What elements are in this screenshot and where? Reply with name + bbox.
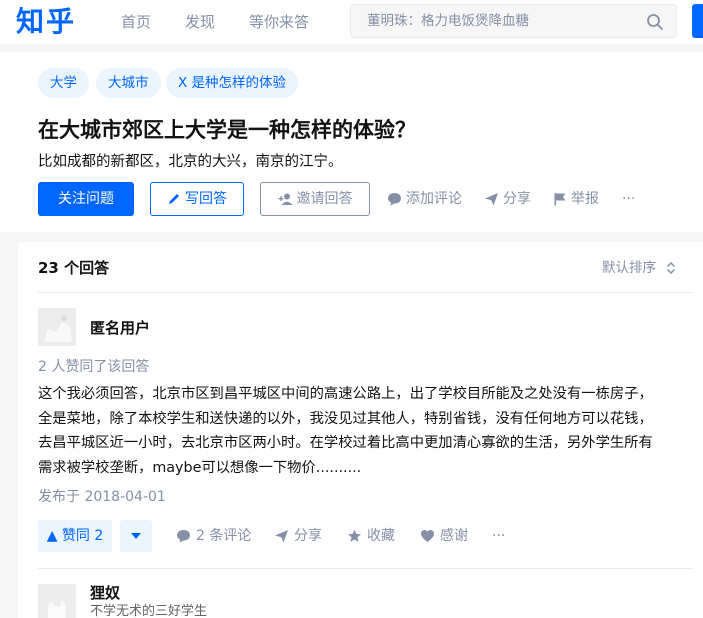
vote-count-text: 2 人赞同了该回答 xyxy=(38,359,150,375)
answer-line: 去昌平城区近一小时，去北京市区两小时。在学校过着比高中更加清心寡欲的生活，另外学… xyxy=(38,435,653,451)
topic-tag[interactable]: 大城市 xyxy=(96,68,161,98)
avatar[interactable] xyxy=(38,308,76,346)
author-headline: 不学无术的三好学生 xyxy=(90,604,208,618)
report-button[interactable]: 举报 xyxy=(553,190,599,208)
answers-list: 23 个回答 默认排序 匿名用户 2 人赞同了该回答 这个我必须回答，北京市区到… xyxy=(18,242,703,618)
search-icon[interactable] xyxy=(646,13,664,31)
downvote-button[interactable] xyxy=(120,520,152,552)
add-comment-label: 添加评论 xyxy=(406,191,462,207)
divider xyxy=(38,292,693,293)
comment-icon xyxy=(388,193,401,206)
comments-label: 2 条评论 xyxy=(196,528,252,544)
answer-line: 全是菜地，除了本校学生和送快递的以外，我没见过其他人，特别省钱，没有任何地方可以… xyxy=(38,410,653,427)
nav-waiting-answers[interactable]: 等你来答 xyxy=(249,12,309,32)
share-label: 分享 xyxy=(294,528,322,544)
comments-button[interactable]: 2 条评论 xyxy=(176,527,251,545)
topic-tag[interactable]: X 是种怎样的体验 xyxy=(166,68,299,98)
sort-dropdown[interactable]: 默认排序 xyxy=(602,258,676,278)
star-icon xyxy=(348,529,361,542)
comment-icon xyxy=(177,530,190,543)
divider xyxy=(38,568,693,569)
search-placeholder: 董明珠：格力电饭煲降血糖 xyxy=(367,13,529,29)
heart-icon xyxy=(421,530,434,542)
anonymous-avatar-icon xyxy=(38,308,76,346)
report-label: 举报 xyxy=(571,191,599,207)
invite-answer-button[interactable]: 邀请回答 xyxy=(260,182,370,216)
question-header: 大学 大城市 X 是种怎样的体验 在大城市郊区上大学是一种怎样的体验？ 比如成都… xyxy=(0,52,703,232)
collect-button[interactable]: 收藏 xyxy=(347,527,395,545)
nav-discover[interactable]: 发现 xyxy=(185,12,215,32)
more-options-button[interactable]: ··· xyxy=(622,190,635,208)
answer-line: 这个我必须回答，北京市区到昌平城区中间的高速公路上，出了学校目所能及之处没有一栋… xyxy=(38,386,653,402)
follow-question-button[interactable]: 关注问题 xyxy=(38,182,134,216)
nav-home[interactable]: 首页 xyxy=(121,12,151,32)
thanks-button[interactable]: 感谢 xyxy=(420,527,468,545)
share-icon xyxy=(275,530,288,543)
topic-tag[interactable]: 大学 xyxy=(38,68,89,98)
add-user-icon xyxy=(278,193,292,205)
cat-avatar-icon xyxy=(38,584,76,618)
share-button[interactable]: 分享 xyxy=(484,190,531,208)
sort-label: 默认排序 xyxy=(602,260,656,276)
share-label: 分享 xyxy=(503,191,531,207)
collect-label: 收藏 xyxy=(367,528,395,544)
upvote-button[interactable]: ▲ 赞同 2 xyxy=(38,520,112,552)
sort-updown-icon xyxy=(667,261,676,275)
search-input[interactable]: 董明珠：格力电饭煲降血糖 xyxy=(350,4,677,38)
pencil-icon xyxy=(169,194,179,204)
publish-date[interactable]: 发布于 2018-04-01 xyxy=(38,488,166,506)
write-answer-button[interactable]: 写回答 xyxy=(150,182,244,216)
answer-content: 这个我必须回答，北京市区到昌平城区中间的高速公路上，出了学校目所能及之处没有一栋… xyxy=(38,382,700,480)
top-header: 知乎 首页 发现 等你来答 董明珠：格力电饭煲降血糖 xyxy=(0,0,703,44)
triangle-down-icon xyxy=(131,533,141,539)
share-button[interactable]: 分享 xyxy=(274,527,322,545)
answer-line: 需求被学校垄断，maybe可以想像一下物价.......... xyxy=(38,459,362,476)
question-title[interactable]: 在大城市郊区上大学是一种怎样的体验？ xyxy=(38,116,416,144)
question-detail: 比如成都的新都区，北京的大兴，南京的江宁。 xyxy=(38,154,343,170)
ask-question-button[interactable] xyxy=(692,4,703,38)
avatar[interactable] xyxy=(38,584,76,618)
thanks-label: 感谢 xyxy=(440,528,468,544)
add-comment-button[interactable]: 添加评论 xyxy=(387,190,462,208)
invite-answer-label: 邀请回答 xyxy=(296,191,353,207)
flag-icon xyxy=(554,193,566,206)
author-name[interactable]: 狸奴 xyxy=(90,583,120,603)
zhihu-logo[interactable]: 知乎 xyxy=(16,2,76,42)
share-icon xyxy=(485,193,498,206)
answer-count: 23 个回答 xyxy=(38,259,110,277)
more-options-button[interactable]: ··· xyxy=(492,527,505,545)
write-answer-label: 写回答 xyxy=(185,191,227,207)
author-name[interactable]: 匿名用户 xyxy=(90,318,150,338)
